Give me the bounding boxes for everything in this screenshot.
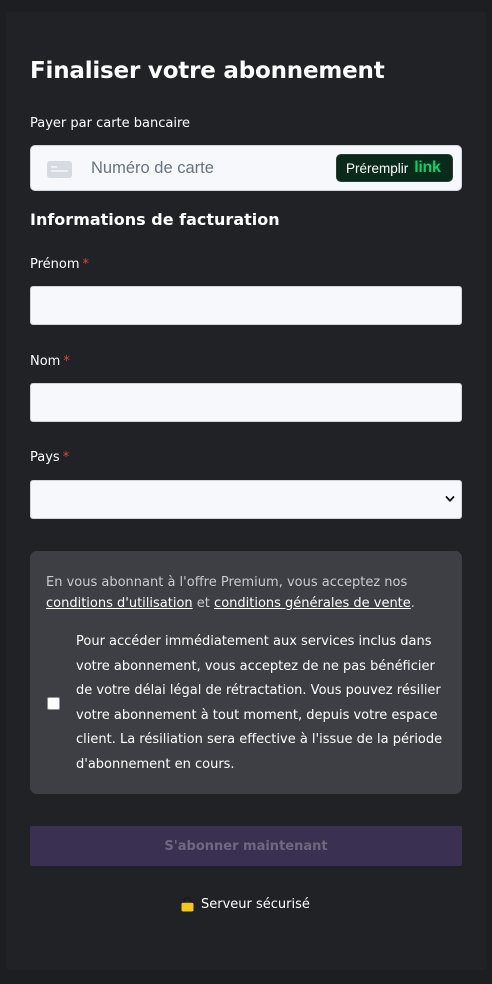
required-marker: *	[82, 257, 90, 272]
last-name-label-text: Nom	[30, 354, 61, 369]
terms-notice: En vous abonnant à l'offre Premium, vous…	[46, 572, 446, 614]
terms-intro: En vous abonnant à l'offre Premium, vous…	[46, 575, 408, 590]
last-name-input[interactable]	[30, 383, 462, 422]
required-marker: *	[63, 354, 70, 369]
terms-of-sale-link[interactable]: conditions générales de vente	[214, 596, 411, 611]
first-name-label: Prénom *	[30, 257, 89, 272]
country-select[interactable]	[30, 480, 462, 519]
credit-card-icon	[47, 161, 72, 178]
chevron-down-icon	[445, 496, 455, 502]
secure-server-notice: Serveur sécurisé	[181, 896, 310, 912]
card-number-placeholder: Numéro de carte	[91, 159, 214, 177]
link-autofill-button[interactable]: Préremplir link	[336, 154, 453, 182]
checkout-panel: Finaliser votre abonnement Payer par car…	[6, 12, 486, 970]
consent-text: Pour accéder immédiatement aux services …	[76, 634, 443, 772]
pay-by-card-label: Payer par carte bancaire	[30, 116, 191, 131]
country-label-text: Pays	[30, 450, 60, 465]
link-logo: link	[414, 159, 441, 176]
country-label: Pays *	[30, 450, 69, 465]
billing-section-title: Informations de facturation	[30, 210, 280, 229]
first-name-input[interactable]	[30, 286, 462, 325]
card-number-field[interactable]: Numéro de carte Préremplir link	[30, 145, 462, 191]
last-name-label: Nom *	[30, 354, 70, 369]
terms-conjunction: et	[196, 596, 210, 611]
link-autofill-label: Préremplir	[346, 160, 409, 176]
consent-checkbox[interactable]	[47, 697, 60, 710]
page-title: Finaliser votre abonnement	[30, 58, 385, 84]
required-marker: *	[62, 450, 70, 465]
subscribe-button[interactable]: S'abonner maintenant	[30, 826, 462, 866]
terms-end-punctuation: .	[410, 596, 415, 611]
terms-of-use-link[interactable]: conditions d'utilisation	[46, 596, 193, 611]
first-name-label-text: Prénom	[30, 257, 80, 272]
terms-box: En vous abonnant à l'offre Premium, vous…	[30, 551, 462, 794]
secure-server-label: Serveur sécurisé	[201, 896, 310, 912]
lock-icon	[181, 896, 194, 912]
